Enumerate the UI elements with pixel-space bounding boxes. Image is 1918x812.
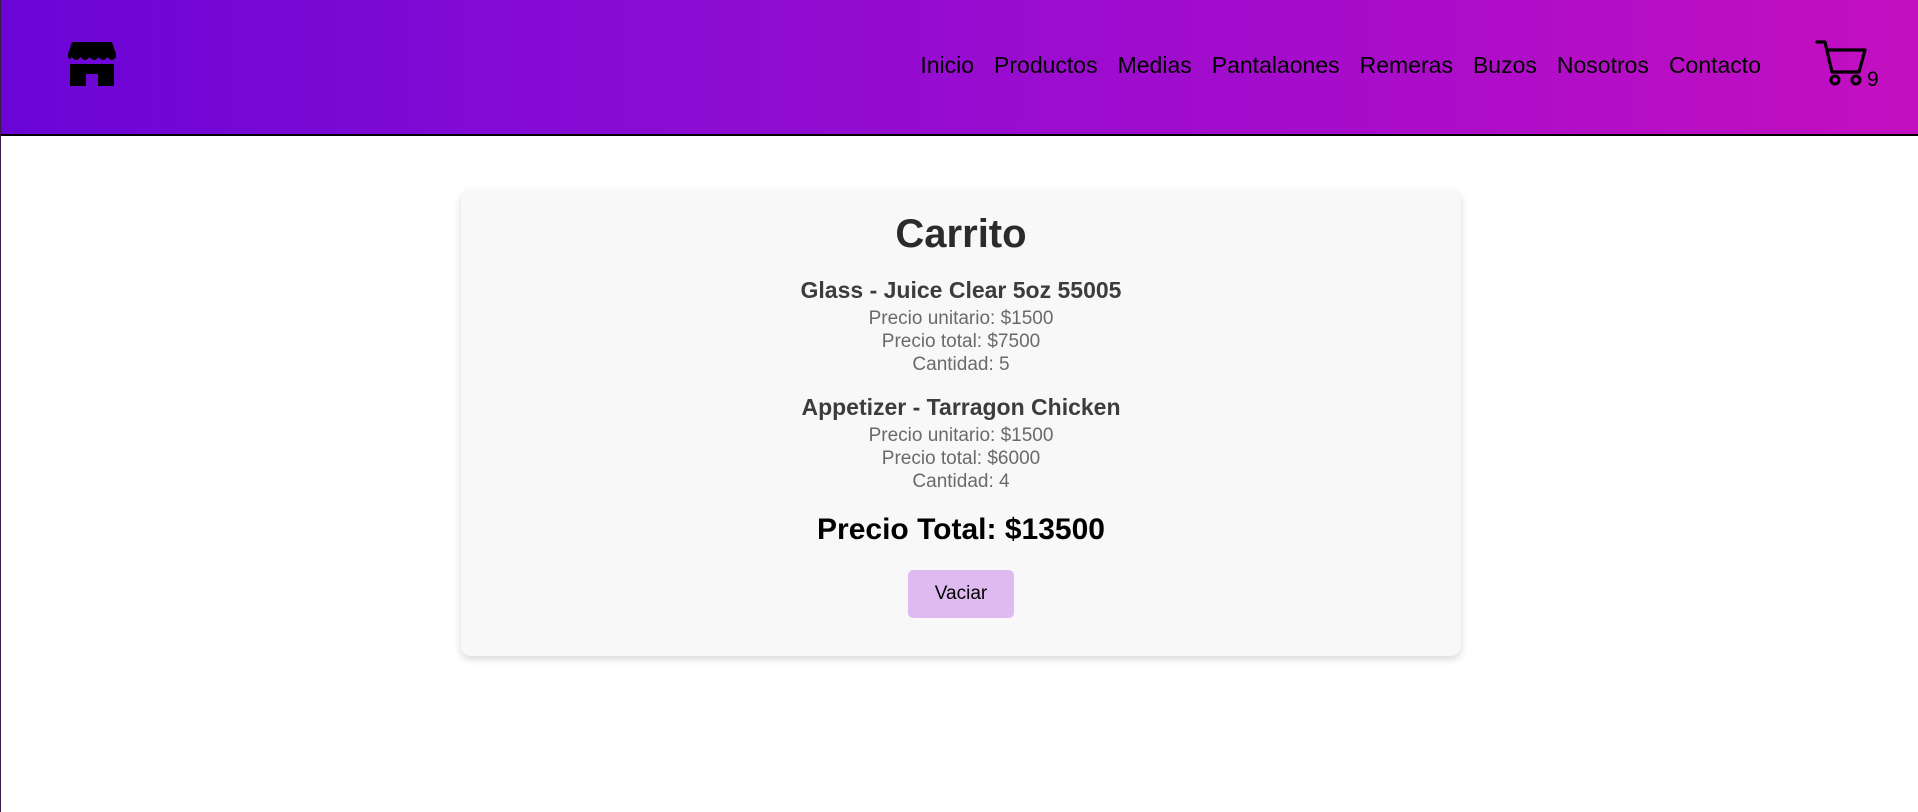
cart-card: Carrito Glass - Juice Clear 5oz 55005 Pr… (461, 190, 1461, 656)
nav-link-nosotros[interactable]: Nosotros (1557, 52, 1649, 79)
nav-link-inicio[interactable]: Inicio (920, 52, 974, 79)
cart-icon (1815, 40, 1867, 86)
item-quantity: Cantidad: 4 (912, 471, 1010, 492)
cart-title: Carrito (895, 212, 1027, 256)
page: Inicio Productos Medias Pantalaones Reme… (0, 0, 1918, 812)
cart-grand-total: Precio Total: $13500 (817, 513, 1105, 546)
nav-link-productos[interactable]: Productos (994, 52, 1098, 79)
cart-count-badge: 9 (1867, 68, 1879, 91)
empty-cart-button[interactable]: Vaciar (908, 570, 1014, 618)
cart-item: Glass - Juice Clear 5oz 55005 Precio uni… (461, 276, 1461, 376)
item-unit-price: Precio unitario: $1500 (868, 308, 1054, 329)
item-total-price: Precio total: $7500 (881, 331, 1041, 352)
item-unit-price: Precio unitario: $1500 (868, 425, 1054, 446)
main-nav: Inicio Productos Medias Pantalaones Reme… (900, 52, 1761, 79)
nav-link-remeras[interactable]: Remeras (1360, 52, 1453, 79)
item-name: Glass - Juice Clear 5oz 55005 (800, 277, 1122, 303)
nav-link-contacto[interactable]: Contacto (1669, 52, 1761, 79)
nav-link-medias[interactable]: Medias (1118, 52, 1192, 79)
item-quantity: Cantidad: 5 (912, 354, 1010, 375)
item-name: Appetizer - Tarragon Chicken (801, 394, 1121, 420)
nav-link-buzos[interactable]: Buzos (1473, 52, 1537, 79)
item-total-price: Precio total: $6000 (881, 448, 1041, 469)
navbar: Inicio Productos Medias Pantalaones Reme… (1, 0, 1918, 136)
storefront-icon[interactable] (66, 40, 118, 88)
cart-item: Appetizer - Tarragon Chicken Precio unit… (461, 393, 1461, 493)
nav-link-pantalaones[interactable]: Pantalaones (1212, 52, 1340, 79)
cart-widget[interactable]: 9 (1815, 38, 1885, 94)
